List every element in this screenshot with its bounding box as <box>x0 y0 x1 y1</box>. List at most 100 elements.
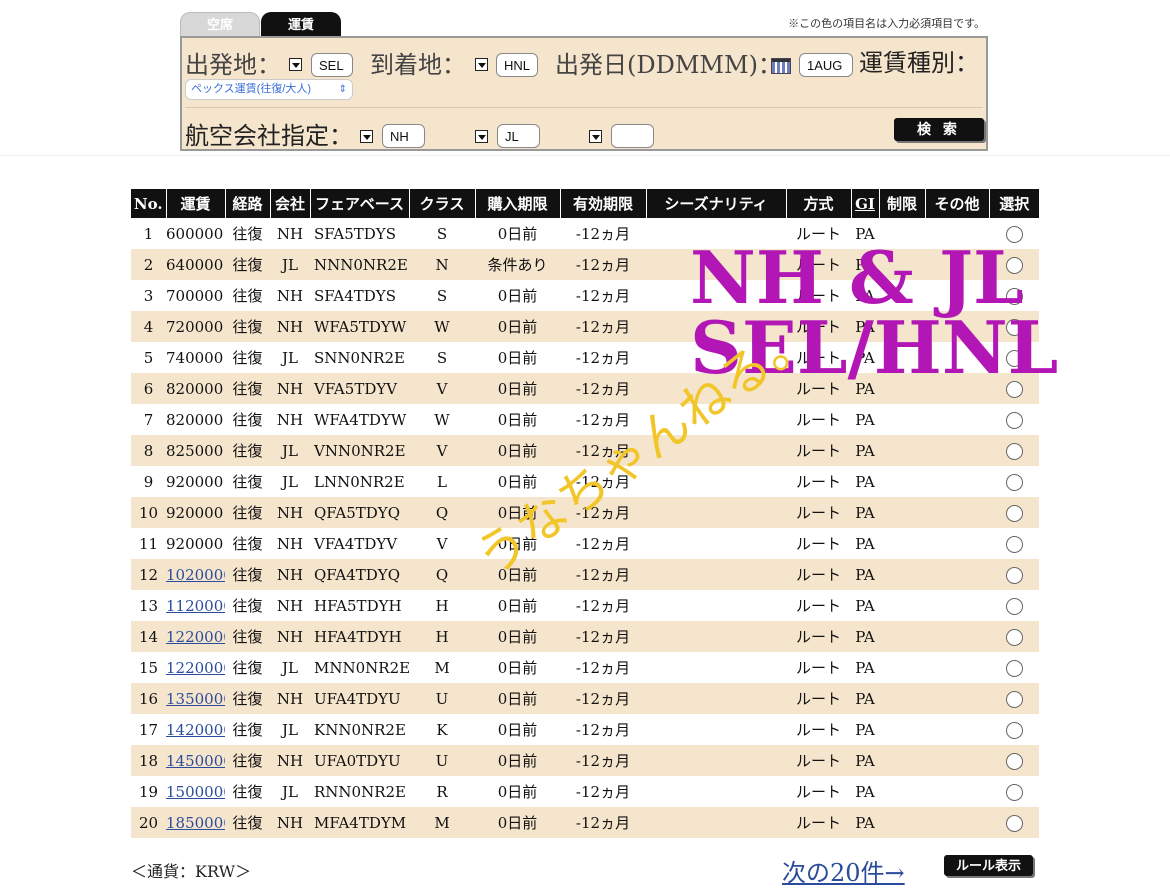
select-radio[interactable] <box>1005 628 1023 646</box>
seasonality <box>646 466 786 497</box>
table-row: 11 920000 往復 NH VFA4TDYV V 0日前 -12ヵ月 ルート PA <box>131 528 1039 559</box>
fare-amount[interactable]: 1350000 <box>166 683 225 714</box>
select-radio[interactable] <box>1005 504 1023 522</box>
row-number: 7 <box>143 410 154 429</box>
select-radio[interactable] <box>1005 690 1023 708</box>
method: ルート <box>795 535 841 553</box>
select-radio[interactable] <box>1005 566 1023 584</box>
restriction <box>879 528 925 559</box>
other <box>925 590 989 621</box>
fare-amount: 920000 <box>166 534 224 553</box>
method: ルート <box>786 497 851 528</box>
fare-amount[interactable]: 1020000 <box>166 559 225 590</box>
booking-class: K <box>436 720 448 739</box>
fare-amount[interactable]: 1850000 <box>166 807 225 838</box>
airline2-dropdown-icon[interactable] <box>475 130 488 143</box>
watermark-line: NH & JL <box>690 235 1024 320</box>
gi-code: PA <box>855 596 875 615</box>
purchase-deadline: 0日前 <box>497 597 538 615</box>
tab-fares[interactable]: 運賃 <box>261 12 341 36</box>
select-radio[interactable] <box>1005 473 1023 491</box>
fare-amount: 820000 <box>166 410 224 429</box>
select-radio[interactable] <box>1005 659 1023 677</box>
fare-amount: 700000 <box>166 286 224 305</box>
seasonality <box>646 652 786 683</box>
rule-display-button[interactable]: ルール表示 <box>944 855 1033 876</box>
row-number: 20 <box>131 807 166 838</box>
row-number: 15 <box>138 658 159 677</box>
route-type: 往復 <box>232 225 263 243</box>
method: ルート <box>786 621 851 652</box>
restriction <box>879 559 925 590</box>
select-radio[interactable] <box>1005 442 1023 460</box>
carrier-code: JL <box>282 472 298 491</box>
fare-amount[interactable]: 1120000 <box>166 590 225 621</box>
tab-availability[interactable]: 空席 <box>180 12 260 36</box>
search-button[interactable]: 検 索 <box>894 118 984 141</box>
origin-input[interactable]: SEL <box>311 53 353 77</box>
search-form: 出発地： SEL 到着地： HNL 出発日(DDMMM)： 1AUG 運賃種別：… <box>180 36 988 151</box>
restriction <box>879 807 925 838</box>
select-radio[interactable] <box>1005 597 1023 615</box>
purchase-deadline: 0日前 <box>475 373 560 404</box>
route-type: 往復 <box>225 373 270 404</box>
airline1-input[interactable]: NH <box>382 124 425 148</box>
calendar-icon[interactable] <box>771 58 791 74</box>
carrier-code: NH <box>270 311 310 342</box>
origin-dropdown-icon[interactable] <box>289 58 302 71</box>
route-type: 往復 <box>225 497 270 528</box>
purchase-deadline: 0日前 <box>475 683 560 714</box>
select-radio[interactable] <box>1005 535 1023 553</box>
fare-amount[interactable]: 1220000 <box>166 621 225 652</box>
gi-sort-link[interactable]: GI <box>851 189 880 218</box>
destination-input[interactable]: HNL <box>496 53 538 77</box>
fare-amount[interactable]: 1450000 <box>166 745 225 776</box>
date-input[interactable]: 1AUG <box>799 53 853 77</box>
select-radio[interactable] <box>1005 411 1023 429</box>
booking-class: W <box>409 311 475 342</box>
gi-code: PA <box>851 807 879 838</box>
route-type: 往復 <box>232 659 263 677</box>
next-page-link[interactable]: 次の20件→ <box>782 853 905 888</box>
select-radio[interactable] <box>1005 721 1023 739</box>
seasonality <box>646 621 786 652</box>
fare-amount[interactable]: 1420000 <box>166 714 225 745</box>
carrier-code: JL <box>282 348 298 367</box>
airline3-input[interactable] <box>611 124 654 148</box>
table-row: 141220000往復NHHFA4TDYHH0日前-12ヵ月 ルートPA <box>131 621 1039 652</box>
destination-dropdown-icon[interactable] <box>475 58 488 71</box>
booking-class: M <box>409 807 475 838</box>
col-header: 経路 <box>225 189 271 218</box>
booking-class: L <box>437 472 447 491</box>
restriction <box>879 497 925 528</box>
route-type: 往復 <box>232 535 263 553</box>
other <box>925 466 989 497</box>
col-header: クラス <box>409 189 476 218</box>
fare-amount: 740000 <box>166 348 224 367</box>
select-cell <box>989 652 1039 683</box>
validity: -12ヵ月 <box>575 225 631 243</box>
fare-basis: WFA4TDYW <box>314 410 407 429</box>
validity: -12ヵ月 <box>575 597 631 615</box>
airline1-dropdown-icon[interactable] <box>360 130 373 143</box>
seasonality <box>646 745 786 776</box>
airline3-dropdown-icon[interactable] <box>589 130 602 143</box>
other <box>925 404 989 435</box>
seasonality <box>646 776 786 807</box>
carrier-code: NH <box>270 807 310 838</box>
select-radio[interactable] <box>1005 752 1023 770</box>
method: ルート <box>795 783 841 801</box>
select-radio[interactable] <box>1005 783 1023 801</box>
fare-amount: 825000 <box>166 435 225 466</box>
purchase-deadline: 0日前 <box>475 435 560 466</box>
validity: -12ヵ月 <box>560 311 646 342</box>
tab-bar: 空席 運賃 <box>180 12 342 36</box>
fare-basis: VFA4TDYV <box>314 534 398 553</box>
fare-type-select[interactable]: ペックス運賃(往復/大人) ⇕ <box>185 79 353 100</box>
fare-amount[interactable]: 1220000 <box>166 652 225 683</box>
select-radio[interactable] <box>1005 814 1023 832</box>
airline2-input[interactable]: JL <box>497 124 540 148</box>
row-number: 12 <box>131 559 166 590</box>
select-cell <box>989 466 1039 497</box>
fare-amount[interactable]: 1500000 <box>166 776 225 807</box>
